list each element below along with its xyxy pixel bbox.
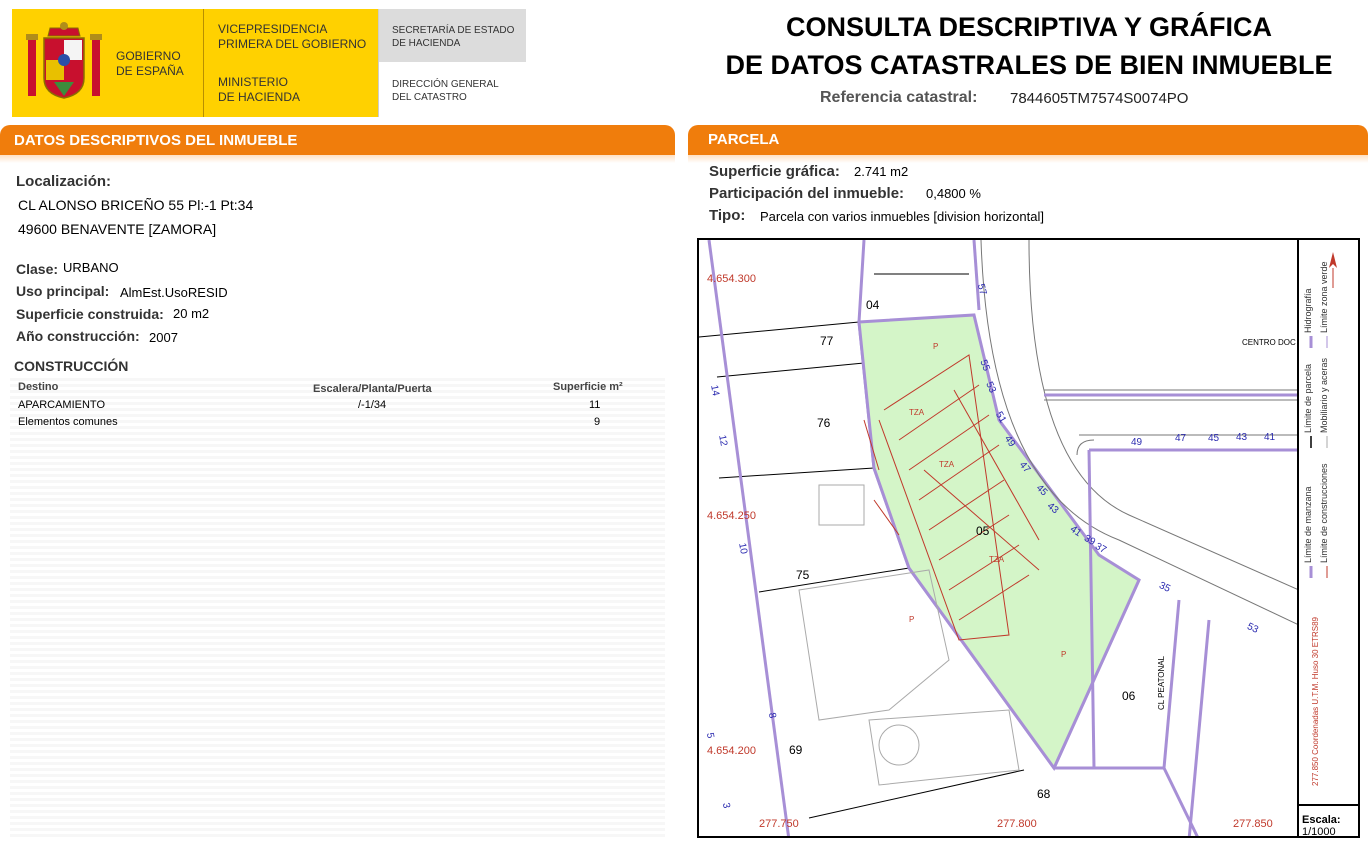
parcela-bar	[688, 125, 1368, 155]
parcel-label: 69	[789, 743, 803, 757]
peatonal-label: CL PEATONAL	[1157, 655, 1166, 710]
parcel-label: 06	[1122, 689, 1136, 703]
logo-divider	[203, 9, 204, 117]
block-number: 49	[1131, 437, 1143, 448]
scale-label: Escala:	[1302, 814, 1341, 826]
address-line-1: CL ALONSO BRICEÑO 55 Pl:-1 Pt:34	[18, 197, 254, 213]
coord-y-bottom: 4.654.200	[707, 745, 756, 757]
uso-value: AlmEst.UsoRESID	[120, 285, 228, 300]
p-label: P	[933, 342, 939, 351]
coord-x-left: 277.750	[759, 818, 799, 830]
logo-divider	[378, 9, 379, 117]
direccion-text: DIRECCIÓN GENERAL DEL CATASTRO	[392, 79, 499, 103]
table-row-planta: /-1/34	[358, 399, 387, 411]
centro-label: CENTRO DOC	[1242, 338, 1296, 347]
gobierno-text: GOBIERNO DE ESPAÑA	[116, 49, 184, 78]
block-number: 41	[1264, 432, 1276, 443]
ref-value: 7844605TM7574S0074PO	[1010, 90, 1189, 107]
page-title: CONSULTA DESCRIPTIVA Y GRÁFICA DE DATOS …	[725, 12, 1333, 80]
participacion-value: 0,4800 %	[926, 186, 981, 201]
construccion-title: CONSTRUCCIÓN	[14, 358, 129, 374]
scale-box: Escala: 1/1000	[1297, 804, 1360, 838]
p-label: P	[909, 615, 915, 624]
cadastral-map[interactable]: 4.654.300 4.654.250 4.654.200 277.750 27…	[697, 238, 1360, 838]
left-number: 12	[716, 434, 729, 447]
table-row-destino: APARCAMIENTO	[18, 399, 105, 411]
legend-item: Límite zona verde	[1319, 261, 1329, 333]
coord-x-mid: 277.800	[997, 818, 1037, 830]
left-number: 10	[736, 542, 749, 555]
ref-label: Referencia catastral:	[820, 89, 978, 106]
north-arrow-icon	[1329, 252, 1337, 268]
parcel-superficie-value: 2.741 m2	[854, 164, 909, 179]
table-header-superficie: Superficie m²	[553, 381, 623, 393]
block-number: 43	[1236, 432, 1248, 443]
coords-note: 277.850 Coordenadas U.T.M. Huso 30 ETRS8…	[1311, 617, 1320, 786]
coord-y-top: 4.654.300	[707, 273, 756, 285]
anio-value: 2007	[149, 330, 178, 345]
left-number: 14	[708, 384, 721, 397]
tza-label: TZA	[939, 460, 955, 469]
parcel-label: 75	[796, 568, 810, 582]
participacion-label: Participación del inmueble:	[709, 185, 905, 202]
legend-item: Mobiliario y aceras	[1319, 357, 1329, 433]
table-row-superficie: 11	[589, 399, 601, 411]
parcel-label: 05	[976, 524, 990, 538]
superficie-value: 20 m2	[173, 306, 210, 321]
legend-item: Límite de parcela	[1303, 363, 1313, 433]
vicepresidencia-text: VICEPRESIDENCIA PRIMERA DEL GOBIERNO	[218, 22, 367, 51]
tipo-value: Parcela con varios inmuebles [division h…	[760, 209, 1044, 224]
secretaria-text: SECRETARÍA DE ESTADO DE HACIENDA	[392, 25, 515, 49]
coord-y-mid: 4.654.250	[707, 510, 756, 522]
anio-label: Año construcción:	[16, 328, 140, 344]
parcel-label: 68	[1037, 787, 1051, 801]
tza-label: TZA	[989, 555, 1005, 564]
bar-shadow	[688, 155, 1368, 163]
descriptive-data-title: DATOS DESCRIPTIVOS DEL INMUEBLE	[14, 132, 298, 149]
tipo-label: Tipo:	[709, 207, 746, 224]
address-line-2: 49600 BENAVENTE [ZAMORA]	[18, 221, 217, 237]
table-header-destino: Destino	[18, 381, 59, 393]
localizacion-label: Localización:	[16, 173, 112, 190]
ministerio-text: MINISTERIO DE HACIENDA	[218, 75, 301, 104]
table-header-planta: Escalera/Planta/Puerta	[313, 383, 432, 395]
clase-label: Clase:	[16, 261, 59, 277]
scale-value: 1/1000	[1302, 826, 1336, 838]
parcel-label: 04	[866, 298, 880, 312]
table-row-superficie: 9	[594, 416, 601, 428]
bar-shadow	[0, 155, 675, 163]
uso-label: Uso principal:	[16, 283, 110, 299]
coord-x-right: 277.850	[1233, 818, 1273, 830]
construction-table	[10, 378, 665, 838]
parcel-superficie-label: Superficie gráfica:	[709, 163, 840, 180]
block-number: 47	[1175, 433, 1187, 444]
table-row-destino: Elementos comunes	[18, 416, 118, 428]
superficie-label: Superficie construida:	[16, 306, 164, 322]
block-number: 45	[1208, 433, 1220, 444]
tza-label: TZA	[909, 408, 925, 417]
parcel-label: 77	[820, 334, 834, 348]
legend-item: Hidrografía	[1303, 288, 1313, 333]
parcela-title: PARCELA	[708, 131, 780, 148]
legend-item: Límite de manzana	[1303, 486, 1313, 563]
parcel-label: 76	[817, 416, 831, 430]
map-legend: Hidrografía Límite zona verde Límite de …	[1297, 238, 1360, 804]
coat-of-arms-icon	[26, 22, 102, 99]
p-label: P	[1061, 650, 1067, 659]
clase-value: URBANO	[63, 260, 119, 275]
legend-item: Límite de construcciones	[1319, 463, 1329, 563]
